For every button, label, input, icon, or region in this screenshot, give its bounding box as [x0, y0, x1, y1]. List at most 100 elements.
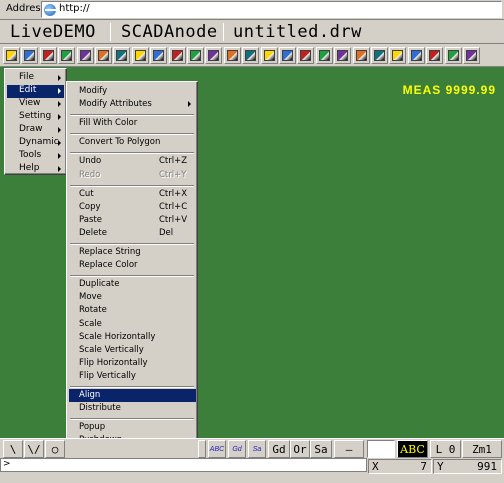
command-input[interactable]: >: [0, 458, 367, 472]
open-folder-button[interactable]: [21, 47, 39, 64]
wizard-line-button[interactable]: [297, 47, 315, 64]
menu-item-setting[interactable]: Setting: [7, 111, 64, 124]
edit-menu-item-rotate[interactable]: Rotate: [69, 304, 196, 317]
library-button[interactable]: [426, 47, 444, 64]
edit-menu-item-align[interactable]: Align: [69, 389, 196, 402]
new-file-button[interactable]: [3, 47, 20, 64]
edit-menu-item-modify-attributes[interactable]: Modify Attributes: [69, 98, 196, 111]
menu-item-label: Distribute: [79, 403, 121, 414]
polyline-tool-button[interactable]: \/: [24, 440, 44, 458]
x-value: 7: [420, 460, 427, 473]
address-url: http://: [59, 3, 90, 14]
edit-menu-item-fill-with-color[interactable]: Fill With Color: [69, 117, 196, 130]
layer-indicator[interactable]: L 0: [430, 440, 461, 458]
settings-button[interactable]: [463, 47, 480, 64]
meas-value-text[interactable]: MEAS 9999.99: [403, 83, 496, 97]
wizard-line-icon: [263, 50, 275, 61]
font-or-button[interactable]: Or: [290, 440, 310, 458]
font-gd-button[interactable]: Gd: [268, 440, 290, 458]
wizard-line-button[interactable]: [279, 47, 296, 64]
wizard-line-button[interactable]: [260, 47, 278, 64]
menu-item-file[interactable]: File: [7, 72, 64, 85]
edit-menu-item-flip-horizontally[interactable]: Flip Horizontally: [69, 357, 196, 370]
menu-item-help[interactable]: Help: [7, 163, 64, 176]
menu-item-label: Replace Color: [79, 260, 138, 271]
fill-color-button[interactable]: [131, 47, 149, 64]
chart-button[interactable]: [334, 47, 352, 64]
menu-item-label: Dynamic: [19, 137, 59, 147]
edit-menu-item-distribute[interactable]: Distribute: [69, 402, 196, 415]
menu-item-draw[interactable]: Draw: [7, 124, 64, 137]
style-sa-button[interactable]: Sa: [248, 440, 266, 458]
layer-button[interactable]: [187, 47, 204, 64]
menu-item-dynamic[interactable]: Dynamic: [7, 137, 64, 150]
library-button[interactable]: [371, 47, 388, 64]
save-as-button[interactable]: [58, 47, 76, 64]
menu-item-shortcut: Ctrl+Z: [159, 156, 188, 167]
palette-color-swatch[interactable]: [198, 440, 206, 458]
rectangle-fill-button[interactable]: [168, 47, 186, 64]
main-toolbar: [0, 45, 504, 67]
zoom-indicator[interactable]: Zm1: [462, 440, 502, 458]
circle-tool-button[interactable]: ○: [45, 440, 65, 458]
tools-button[interactable]: [444, 47, 462, 64]
menu-item-view[interactable]: View: [7, 98, 64, 111]
title-divider: [223, 23, 224, 41]
tools-icon: [447, 50, 459, 61]
address-input[interactable]: http://: [41, 1, 502, 18]
edit-menu-item-modify[interactable]: Modify: [69, 85, 196, 98]
edit-menu-item-cut[interactable]: Cut Ctrl+X: [69, 188, 196, 201]
edit-menu-item-delete[interactable]: Delete Del: [69, 227, 196, 240]
layer-icon: [190, 50, 201, 61]
style-gd-button[interactable]: Gd: [228, 440, 246, 458]
submenu-arrow-icon: [58, 153, 61, 159]
menu-item-label: Draw: [19, 124, 43, 134]
fill-color-icon: [134, 50, 146, 61]
edit-menu-item-paste[interactable]: Paste Ctrl+V: [69, 214, 196, 227]
bar-chart-button[interactable]: [352, 47, 370, 64]
title-strip: LiveDEMO SCADAnode untitled.drw: [0, 20, 504, 44]
cut-button[interactable]: [76, 47, 94, 64]
edit-menu-item-duplicate[interactable]: Duplicate: [69, 278, 196, 291]
menu-item-label: Paste: [79, 214, 102, 225]
edit-menu-item-scale-horizontally[interactable]: Scale Horizontally: [69, 331, 196, 344]
library-button[interactable]: [389, 47, 407, 64]
font-sa-button[interactable]: Sa: [310, 440, 332, 458]
menu-item-label: Align: [79, 390, 101, 400]
submenu-arrow-icon: [188, 101, 191, 108]
line-width-button[interactable]: [113, 47, 131, 64]
line-tool-button[interactable]: \: [3, 440, 23, 458]
menu-item-tools[interactable]: Tools: [7, 150, 64, 163]
menu-separator: [70, 152, 194, 155]
wizard-line-button[interactable]: [315, 47, 333, 64]
fill-color-sample[interactable]: [367, 440, 395, 458]
menu-item-label: File: [19, 72, 35, 82]
text-color-sample[interactable]: ABC: [397, 440, 428, 458]
menu-item-label: Delete: [79, 227, 107, 238]
edit-menu-item-copy[interactable]: Copy Ctrl+C: [69, 201, 196, 214]
app-title: LiveDEMO: [10, 22, 96, 42]
stack-button[interactable]: [242, 47, 260, 64]
edit-menu-item-scale-vertically[interactable]: Scale Vertically: [69, 344, 196, 357]
edit-menu-item-replace-color[interactable]: Replace Color: [69, 259, 196, 272]
edit-menu-item-popup[interactable]: Popup: [69, 421, 196, 434]
cut-icon: [79, 50, 91, 61]
zoom-label: Zm1: [472, 442, 492, 456]
edit-menu-item-move[interactable]: Move: [69, 291, 196, 304]
menu-item-label: Help: [19, 163, 40, 173]
line-style-button[interactable]: [95, 47, 112, 64]
file-title: untitled.drw: [233, 22, 362, 42]
line-style-sample[interactable]: —: [334, 440, 364, 458]
menu-item-edit[interactable]: Edit: [7, 85, 64, 98]
edit-menu-item-undo[interactable]: Undo Ctrl+Z: [69, 155, 196, 168]
library-button[interactable]: [407, 47, 425, 64]
edit-menu-item-scale[interactable]: Scale: [69, 318, 196, 331]
paste-button[interactable]: [223, 47, 241, 64]
style-abc-button[interactable]: ABC: [208, 440, 226, 458]
text-color-button[interactable]: [150, 47, 168, 64]
edit-menu-item-flip-vertically[interactable]: Flip Vertically: [69, 370, 196, 383]
copy-button[interactable]: [205, 47, 223, 64]
edit-menu-item-convert-to-polygon[interactable]: Convert To Polygon: [69, 136, 196, 149]
edit-menu-item-replace-string[interactable]: Replace String: [69, 246, 196, 259]
save-button[interactable]: [39, 47, 57, 64]
